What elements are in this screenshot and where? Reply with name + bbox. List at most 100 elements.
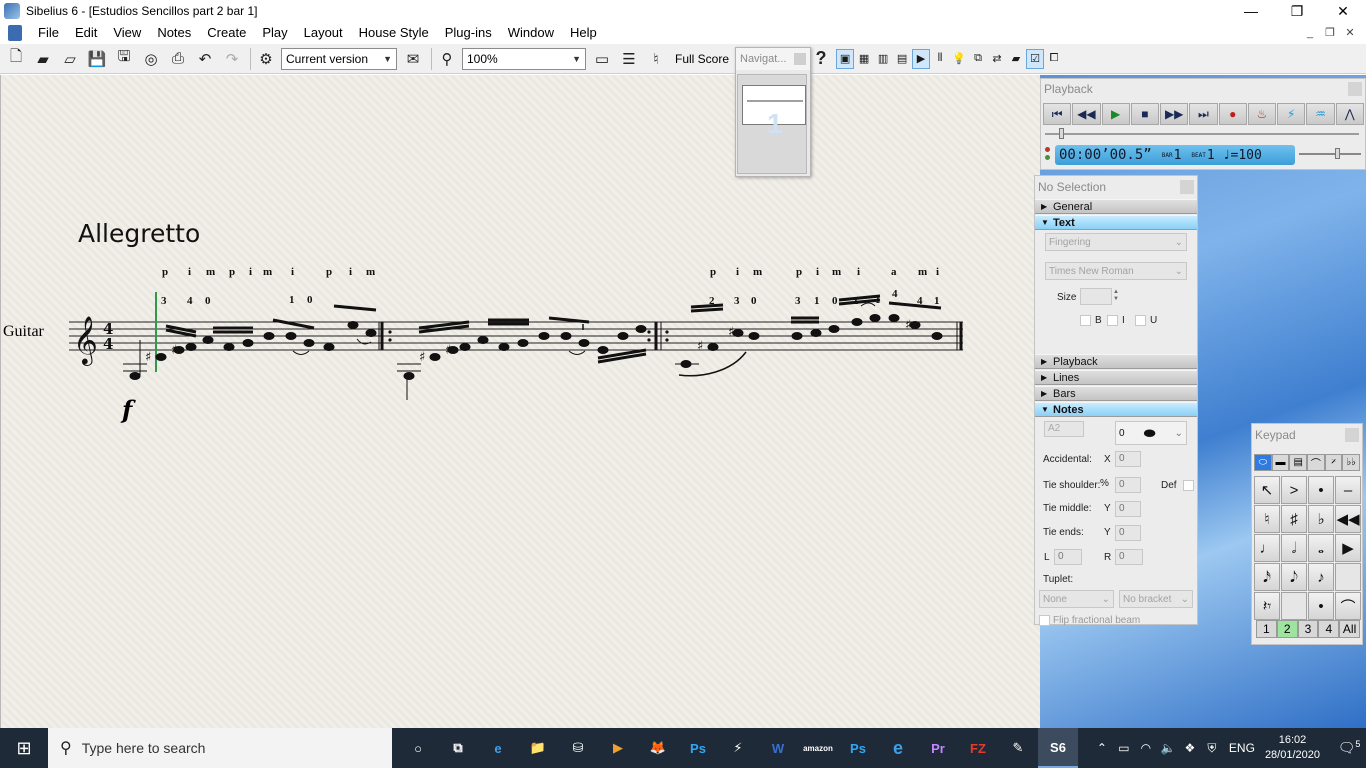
rh-fingering[interactable]: i: [736, 266, 739, 278]
rh-fingering[interactable]: i: [249, 266, 252, 278]
section-general[interactable]: ▶ General: [1035, 199, 1197, 214]
transform-toggle-icon[interactable]: ⇄: [988, 49, 1006, 69]
internet-explorer-icon[interactable]: e: [878, 728, 918, 768]
record-button[interactable]: ●: [1218, 103, 1247, 125]
volume-icon[interactable]: 🔈: [1157, 741, 1179, 755]
clock[interactable]: 16:02 28/01/2020: [1265, 733, 1320, 763]
rh-fingering[interactable]: m: [263, 266, 272, 278]
note-name-field[interactable]: A2: [1044, 421, 1084, 437]
menu-file[interactable]: File: [30, 22, 67, 44]
staff-system[interactable]: 𝄞 4 4 ♯ ♯ ♯ ♯ ♯♯ ♯: [1, 250, 1040, 610]
close-icon[interactable]: [1345, 428, 1359, 442]
score-canvas[interactable]: Allegretto Guitar 𝄞 4 4 ♯ ♯ ♯ ♯ ♯ ♯ ♯ p …: [0, 75, 1040, 728]
app-icon[interactable]: ⚡: [718, 728, 758, 768]
premiere-icon[interactable]: Pr: [918, 728, 958, 768]
rh-fingering[interactable]: p: [326, 266, 332, 278]
notehead-select[interactable]: 0 ⬬ ⌄: [1115, 421, 1187, 445]
edge-icon[interactable]: e: [478, 728, 518, 768]
taskbar-search[interactable]: ⚲ Type here to search: [48, 728, 392, 768]
voice-4-button[interactable]: 4: [1318, 620, 1340, 638]
media-player-icon[interactable]: ▶: [598, 728, 638, 768]
tab-beams-tremolos[interactable]: ▤: [1289, 454, 1308, 471]
tempo-marking[interactable]: Allegretto: [78, 219, 200, 248]
keypad-key-rest[interactable]: 𝄽𝄾: [1254, 592, 1280, 620]
close-icon[interactable]: [1348, 82, 1362, 96]
keypad-key-tie[interactable]: ⌒: [1335, 592, 1361, 620]
rh-fingering[interactable]: i: [936, 266, 939, 278]
doc-minimize-button[interactable]: _: [1300, 22, 1320, 44]
keypad-key-natural[interactable]: ♮: [1254, 505, 1280, 533]
def-checkbox[interactable]: [1183, 480, 1194, 491]
lh-fingering[interactable]: 1: [289, 294, 295, 306]
task-view-icon[interactable]: ⧉: [438, 728, 478, 768]
slider-thumb[interactable]: [1059, 128, 1064, 139]
font-size-field[interactable]: ▲ ▼: [1080, 288, 1119, 305]
keypad-key-dot[interactable]: •: [1308, 592, 1334, 620]
version-select[interactable]: Current version ▼: [281, 47, 397, 70]
keypad-key-semiquaver[interactable]: 𝅘𝅥𝅯: [1254, 563, 1280, 591]
rh-fingering[interactable]: a: [891, 266, 897, 278]
video-toggle-icon[interactable]: ▰: [1007, 49, 1025, 69]
keypad-key-sharp[interactable]: ♯: [1281, 505, 1307, 533]
menu-layout[interactable]: Layout: [296, 22, 351, 44]
text-style-select[interactable]: Fingering ⌄: [1045, 233, 1187, 251]
playback-header[interactable]: Playback: [1041, 79, 1365, 99]
rh-fingering[interactable]: i: [349, 266, 352, 278]
lh-fingering[interactable]: 4: [187, 295, 193, 307]
keypad-toggle-icon[interactable]: ▦: [855, 49, 873, 69]
font-select[interactable]: Times New Roman ⌄: [1045, 262, 1187, 280]
rh-fingering[interactable]: m: [918, 266, 927, 278]
cd-icon[interactable]: ◎: [139, 47, 163, 71]
filezilla-icon[interactable]: FZ: [958, 728, 998, 768]
section-playback[interactable]: ▶ Playback: [1035, 354, 1197, 369]
keyboard-toggle-icon[interactable]: ▥: [874, 49, 892, 69]
properties-header[interactable]: No Selection: [1035, 176, 1197, 198]
tab-jazz-articulations[interactable]: 𝄎: [1324, 454, 1343, 471]
doc-close-button[interactable]: ✕: [1340, 22, 1360, 44]
rh-fingering[interactable]: m: [366, 266, 375, 278]
lh-fingering[interactable]: 1: [875, 294, 881, 306]
score-view-label[interactable]: Full Score: [671, 52, 733, 66]
cortana-icon[interactable]: ○: [398, 728, 438, 768]
section-lines[interactable]: ▶ Lines: [1035, 370, 1197, 385]
tie-ends-y-field[interactable]: 0: [1115, 525, 1141, 541]
doc-restore-button[interactable]: ❐: [1320, 22, 1340, 44]
rh-fingering[interactable]: i: [188, 266, 191, 278]
print-icon[interactable]: ⎙: [166, 47, 190, 71]
zoom-select[interactable]: 100% ▼: [462, 47, 586, 70]
playback-position-slider[interactable]: [1045, 128, 1359, 140]
drive-icon[interactable]: ⛁: [558, 728, 598, 768]
photoshop-icon[interactable]: Ps: [678, 728, 718, 768]
section-text[interactable]: ▼ Text: [1035, 215, 1197, 230]
close-icon[interactable]: [1180, 180, 1194, 194]
keypad-key-tenuto[interactable]: –: [1335, 476, 1361, 504]
hide-windows-icon[interactable]: ⧠: [1045, 49, 1063, 69]
close-button[interactable]: ✕: [1320, 0, 1366, 22]
tie-middle-y-field[interactable]: 0: [1115, 501, 1141, 517]
amazon-music-icon[interactable]: amazon: [798, 728, 838, 768]
fretboard-toggle-icon[interactable]: ▤: [893, 49, 911, 69]
live-playback-button[interactable]: ⚡: [1277, 103, 1306, 125]
lh-fingering[interactable]: 0: [205, 295, 211, 307]
move-to-end-button[interactable]: ⏭: [1189, 103, 1218, 125]
ideas-toggle-icon[interactable]: 💡: [950, 49, 968, 69]
rh-fingering[interactable]: p: [229, 266, 235, 278]
keypad-key-accent[interactable]: >: [1281, 476, 1307, 504]
stop-button[interactable]: ■: [1130, 103, 1160, 125]
tempo-slider-thumb[interactable]: [1335, 148, 1340, 159]
menu-play[interactable]: Play: [254, 22, 295, 44]
tie-shoulder-field[interactable]: 0: [1115, 477, 1141, 493]
panorama-icon[interactable]: ▭: [590, 47, 614, 71]
menu-notes[interactable]: Notes: [149, 22, 199, 44]
keypad-key-staccato[interactable]: •: [1308, 476, 1334, 504]
tab-articulations[interactable]: ⌒: [1307, 454, 1325, 471]
lh-fingering[interactable]: 2: [709, 295, 715, 307]
save-icon[interactable]: 💾: [85, 47, 109, 71]
voice-3-button[interactable]: 3: [1297, 620, 1319, 638]
lh-fingering[interactable]: 3: [734, 295, 740, 307]
keypad-key-blank[interactable]: [1335, 563, 1361, 591]
rh-fingering[interactable]: i: [816, 266, 819, 278]
navigator-page-thumbnail[interactable]: 1: [742, 85, 806, 139]
live-tempo-button[interactable]: ♨: [1247, 103, 1277, 125]
navigator-header[interactable]: Navigat...: [736, 48, 810, 70]
